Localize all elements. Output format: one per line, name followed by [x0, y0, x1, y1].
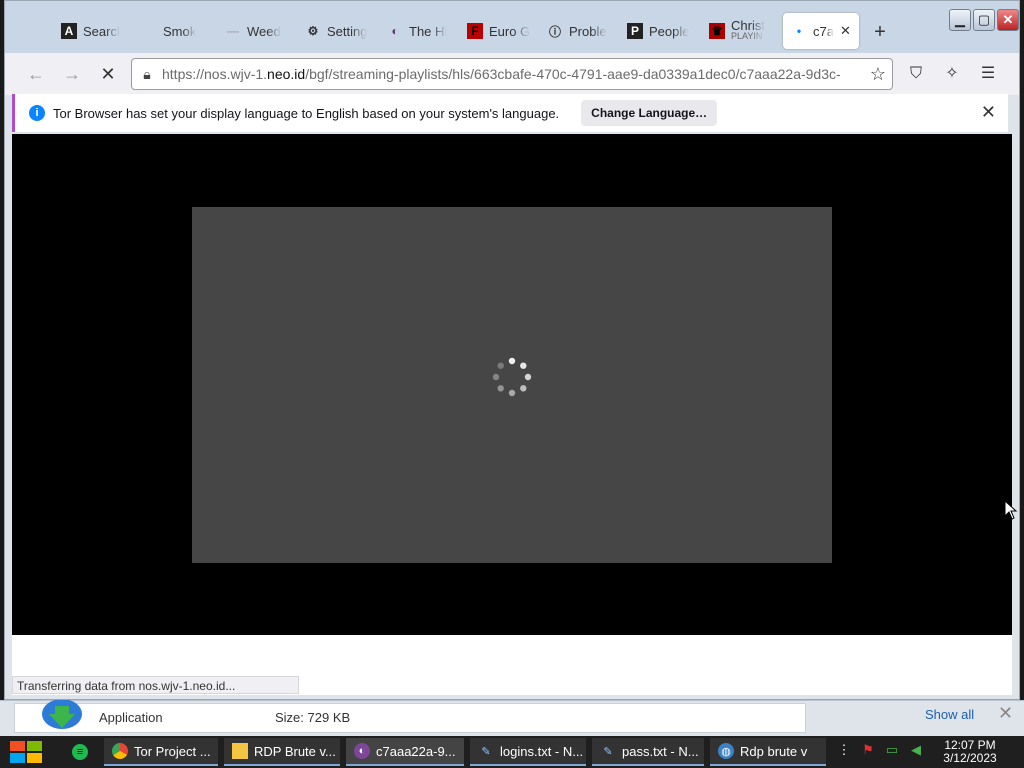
gear-icon: ⚙	[307, 24, 319, 38]
shield-icon[interactable]: ⛉	[905, 63, 927, 85]
download-size: Size: 729 KB	[275, 710, 351, 725]
app-icon: ≡	[72, 744, 88, 760]
euro-site-icon: F	[467, 23, 483, 39]
taskbar-app-label: Tor Project ...	[134, 743, 211, 759]
window-controls: ▁ ▢ ✕	[949, 9, 1019, 31]
onion-icon: ◐	[391, 24, 399, 38]
tab-problem[interactable]: ⓘ Proble	[547, 13, 623, 49]
page-content	[12, 134, 1012, 635]
notification-message: Tor Browser has set your display languag…	[53, 105, 560, 121]
tab-active-stream[interactable]: • c7a ✕	[783, 13, 859, 49]
maximize-button[interactable]: ▢	[973, 9, 995, 31]
taskbar-app-label: pass.txt - N...	[622, 743, 699, 759]
tab-bar: A Searcl Smok — Weed ⚙ Setting ◐ The Hi …	[5, 1, 1019, 53]
tab-weed[interactable]: — Weed	[225, 13, 305, 49]
language-notification: i Tor Browser has set your display langu…	[12, 94, 1008, 132]
notepad-icon: ✎	[603, 745, 613, 758]
close-window-button[interactable]: ✕	[997, 9, 1019, 31]
url-text: https://nos.wjv-1.neo.id/bgf/streaming-p…	[162, 66, 841, 82]
new-tab-button[interactable]: +	[869, 21, 891, 43]
taskbar-app-label: RDP Brute v...	[254, 743, 336, 759]
tab-christ-playing[interactable]: ♛ Christ PLAYIN	[709, 13, 775, 49]
pinned-app[interactable]: ≡	[64, 738, 94, 766]
tab-label: Setting	[327, 23, 368, 39]
taskbar-app-logins[interactable]: ✎ logins.txt - N...	[470, 738, 586, 766]
christ-site-icon: ♛	[709, 23, 725, 39]
tab-playing-label: PLAYIN	[731, 31, 763, 41]
taskbar-app-label: Rdp brute v	[740, 743, 808, 759]
download-file-icon	[42, 700, 82, 729]
taskbar-app-tor-project[interactable]: Tor Project ...	[104, 738, 218, 766]
tab-people[interactable]: P People	[627, 13, 703, 49]
tab-label: The Hi	[409, 23, 448, 39]
search-site-icon: A	[61, 23, 77, 39]
download-item[interactable]: Application Size: 729 KB	[14, 700, 806, 733]
tab-smoke[interactable]: Smok	[163, 13, 219, 49]
tab-label: Christ	[731, 20, 765, 31]
new-identity-icon[interactable]: ✧	[941, 63, 963, 85]
tab-label: Searcl	[83, 23, 120, 39]
taskbar-clock[interactable]: 12:07 PM 3/12/2023	[940, 739, 1000, 765]
show-all-downloads-link[interactable]: Show all	[925, 707, 974, 722]
status-bar: Transferring data from nos.wjv-1.neo.id.…	[12, 676, 299, 694]
nav-toolbar: ← → ✕ 🔒︎ https://nos.wjv-1.neo.id/bgf/st…	[5, 53, 1019, 95]
tab-euro[interactable]: F Euro G	[467, 13, 543, 49]
notepad-icon: ✎	[481, 745, 491, 758]
clock-date: 3/12/2023	[943, 751, 997, 765]
close-tab-icon[interactable]: ✕	[840, 23, 851, 39]
more-icon[interactable]: ⋮	[836, 742, 852, 758]
video-player[interactable]	[192, 207, 832, 563]
globe-icon: ◍	[718, 743, 734, 759]
taskbar-app-tor-browser[interactable]: ◐ c7aaa22a-9...	[346, 738, 464, 766]
tab-search[interactable]: A Searcl	[61, 13, 141, 49]
info-icon: i	[29, 105, 45, 121]
address-bar[interactable]: 🔒︎ https://nos.wjv-1.neo.id/bgf/streamin…	[131, 58, 893, 90]
taskbar: ≡ Tor Project ... RDP Brute v... ◐ c7aaa…	[0, 736, 1024, 768]
taskbar-app-rdp-brute[interactable]: ◍ Rdp brute v	[710, 738, 826, 766]
flag-icon[interactable]: ⚑	[860, 742, 876, 758]
volume-icon[interactable]: ◀	[908, 742, 924, 758]
tab-label: c7a	[813, 23, 834, 39]
taskbar-app-rdp-folder[interactable]: RDP Brute v...	[224, 738, 340, 766]
tab-label: Smok	[163, 23, 197, 39]
info-icon: ⓘ	[548, 24, 561, 39]
tor-icon: ◐	[354, 743, 370, 759]
menu-icon[interactable]: ☰	[977, 63, 999, 85]
weed-site-icon: —	[227, 24, 239, 38]
tab-label: Weed	[247, 23, 281, 39]
tab-the-hidden[interactable]: ◐ The Hi	[387, 13, 463, 49]
taskbar-app-label: c7aaa22a-9...	[376, 743, 456, 759]
change-language-button[interactable]: Change Language…	[581, 100, 718, 126]
minimize-button[interactable]: ▁	[949, 9, 971, 31]
back-button[interactable]: ←	[25, 63, 47, 85]
stop-button[interactable]: ✕	[97, 63, 119, 85]
close-download-bar-icon[interactable]: ✕	[998, 703, 1013, 724]
tab-settings[interactable]: ⚙ Setting	[305, 13, 381, 49]
start-button-icon[interactable]	[10, 741, 44, 763]
download-bar: Application Size: 729 KB Show all ✕	[0, 700, 1024, 736]
loading-spinner-icon	[492, 357, 532, 397]
tab-label: Proble	[569, 23, 607, 39]
taskbar-app-pass[interactable]: ✎ pass.txt - N...	[592, 738, 704, 766]
tab-label: Euro G	[489, 23, 531, 39]
mouse-cursor-icon	[1004, 500, 1018, 520]
bookmark-star-icon[interactable]: ☆	[870, 64, 886, 85]
chrome-icon	[112, 743, 128, 759]
tab-label: People	[649, 23, 690, 39]
system-tray: ⋮ ⚑ ▭ ◀	[836, 742, 924, 758]
download-name: Application	[99, 710, 163, 725]
people-site-icon: P	[627, 23, 643, 39]
forward-button[interactable]: →	[61, 63, 83, 85]
close-notification-icon[interactable]: ✕	[981, 102, 996, 123]
lock-icon[interactable]: 🔒︎	[132, 66, 162, 83]
loading-dot-icon: •	[796, 24, 802, 38]
folder-icon	[232, 743, 248, 759]
taskbar-app-label: logins.txt - N...	[500, 743, 584, 759]
network-icon[interactable]: ▭	[884, 742, 900, 758]
